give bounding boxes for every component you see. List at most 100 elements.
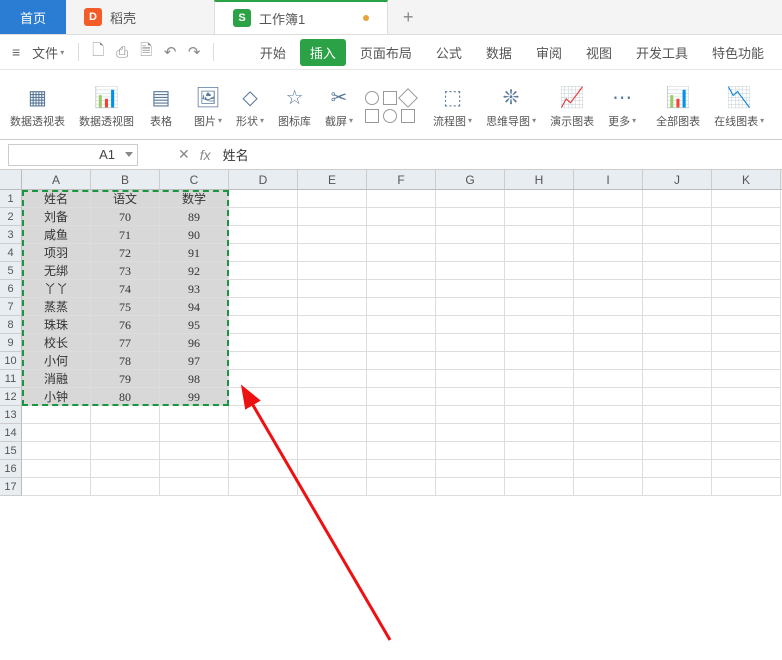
cell[interactable] bbox=[643, 226, 712, 244]
ribbon-screenshot[interactable]: ✂ 截屏▾ bbox=[319, 74, 359, 139]
ribbon-picture[interactable]: 🖼 图片▾ bbox=[188, 74, 228, 139]
cell[interactable] bbox=[643, 442, 712, 460]
cell[interactable]: 70 bbox=[91, 208, 160, 226]
tab-workbook[interactable]: S 工作簿1 bbox=[214, 0, 388, 34]
cell[interactable] bbox=[643, 424, 712, 442]
cell[interactable] bbox=[505, 334, 574, 352]
row-header[interactable]: 12 bbox=[0, 388, 22, 406]
col-header-B[interactable]: B bbox=[91, 170, 160, 189]
cell[interactable] bbox=[643, 478, 712, 496]
cell[interactable]: 95 bbox=[160, 316, 229, 334]
cell[interactable] bbox=[229, 316, 298, 334]
cell[interactable]: 消融 bbox=[22, 370, 91, 388]
cell[interactable] bbox=[574, 298, 643, 316]
cell[interactable] bbox=[367, 226, 436, 244]
cell[interactable] bbox=[298, 208, 367, 226]
cell[interactable] bbox=[229, 370, 298, 388]
ribbon-pivot-chart[interactable]: 📊 数据透视图 bbox=[73, 74, 140, 139]
cell[interactable]: 94 bbox=[160, 298, 229, 316]
cell[interactable] bbox=[643, 298, 712, 316]
cell[interactable] bbox=[229, 190, 298, 208]
cell[interactable] bbox=[91, 460, 160, 478]
cell[interactable] bbox=[229, 226, 298, 244]
cell[interactable] bbox=[436, 442, 505, 460]
cell[interactable] bbox=[436, 334, 505, 352]
cell[interactable] bbox=[505, 190, 574, 208]
menu-page-layout[interactable]: 页面布局 bbox=[350, 39, 422, 66]
cell[interactable] bbox=[22, 478, 91, 496]
cell[interactable] bbox=[574, 208, 643, 226]
cell[interactable] bbox=[712, 460, 781, 478]
col-header-C[interactable]: C bbox=[160, 170, 229, 189]
cell[interactable] bbox=[643, 244, 712, 262]
row-header[interactable]: 15 bbox=[0, 442, 22, 460]
cell[interactable] bbox=[367, 460, 436, 478]
qat-save-icon[interactable]: 🗋 bbox=[87, 41, 109, 63]
cell[interactable] bbox=[436, 370, 505, 388]
cell[interactable] bbox=[712, 280, 781, 298]
qat-preview-icon[interactable]: 🗎 bbox=[135, 41, 157, 63]
cell[interactable] bbox=[229, 388, 298, 406]
cell[interactable] bbox=[160, 442, 229, 460]
cell[interactable] bbox=[436, 316, 505, 334]
row-header[interactable]: 2 bbox=[0, 208, 22, 226]
cell[interactable] bbox=[229, 262, 298, 280]
cell[interactable] bbox=[505, 352, 574, 370]
cell[interactable] bbox=[505, 406, 574, 424]
cell[interactable] bbox=[367, 244, 436, 262]
cell[interactable]: 74 bbox=[91, 280, 160, 298]
cell[interactable] bbox=[298, 388, 367, 406]
cell[interactable] bbox=[574, 424, 643, 442]
ribbon-all-charts[interactable]: 📊 全部图表 bbox=[650, 74, 706, 139]
cell[interactable]: 无绑 bbox=[22, 262, 91, 280]
cell[interactable] bbox=[505, 226, 574, 244]
cell[interactable] bbox=[505, 478, 574, 496]
cell[interactable] bbox=[91, 478, 160, 496]
cell[interactable]: 91 bbox=[160, 244, 229, 262]
cell[interactable]: 78 bbox=[91, 352, 160, 370]
cell[interactable]: 99 bbox=[160, 388, 229, 406]
cell[interactable] bbox=[367, 190, 436, 208]
col-header-K[interactable]: K bbox=[712, 170, 781, 189]
cell[interactable]: 73 bbox=[91, 262, 160, 280]
col-header-A[interactable]: A bbox=[22, 170, 91, 189]
ribbon-more[interactable]: ⋯ 更多▾ bbox=[602, 74, 642, 139]
cell[interactable] bbox=[505, 388, 574, 406]
cell[interactable]: 93 bbox=[160, 280, 229, 298]
row-header[interactable]: 6 bbox=[0, 280, 22, 298]
qat-redo-icon[interactable]: ↷ bbox=[183, 41, 205, 63]
row-header[interactable]: 3 bbox=[0, 226, 22, 244]
cell[interactable] bbox=[505, 370, 574, 388]
row-header[interactable]: 1 bbox=[0, 190, 22, 208]
cell[interactable] bbox=[436, 352, 505, 370]
cell[interactable] bbox=[298, 424, 367, 442]
cell[interactable] bbox=[712, 406, 781, 424]
cell[interactable] bbox=[574, 262, 643, 280]
cell[interactable] bbox=[712, 316, 781, 334]
col-header-J[interactable]: J bbox=[643, 170, 712, 189]
cell[interactable] bbox=[574, 460, 643, 478]
menu-dev-tools[interactable]: 开发工具 bbox=[626, 39, 698, 66]
cell[interactable]: 89 bbox=[160, 208, 229, 226]
cell[interactable]: 姓名 bbox=[22, 190, 91, 208]
qat-undo-icon[interactable]: ↶ bbox=[159, 41, 181, 63]
cell[interactable]: 校长 bbox=[22, 334, 91, 352]
ribbon-shapes[interactable]: ◇ 形状▾ bbox=[230, 74, 270, 139]
cell[interactable] bbox=[160, 406, 229, 424]
cell[interactable] bbox=[22, 424, 91, 442]
tab-home[interactable]: 首页 bbox=[0, 0, 66, 34]
row-header[interactable]: 10 bbox=[0, 352, 22, 370]
cell[interactable] bbox=[160, 460, 229, 478]
cell[interactable] bbox=[436, 208, 505, 226]
cell[interactable] bbox=[22, 406, 91, 424]
fx-cancel-icon[interactable]: ✕ bbox=[178, 146, 190, 163]
cell[interactable]: 72 bbox=[91, 244, 160, 262]
menu-view[interactable]: 视图 bbox=[576, 39, 622, 66]
cell[interactable] bbox=[91, 442, 160, 460]
cell[interactable] bbox=[643, 280, 712, 298]
ribbon-chart-extra[interactable]: 𝌆 bbox=[772, 74, 782, 139]
cell[interactable] bbox=[367, 406, 436, 424]
menu-special[interactable]: 特色功能 bbox=[702, 39, 774, 66]
cell[interactable] bbox=[229, 244, 298, 262]
qat-print-icon[interactable]: ⎙ bbox=[111, 41, 133, 63]
